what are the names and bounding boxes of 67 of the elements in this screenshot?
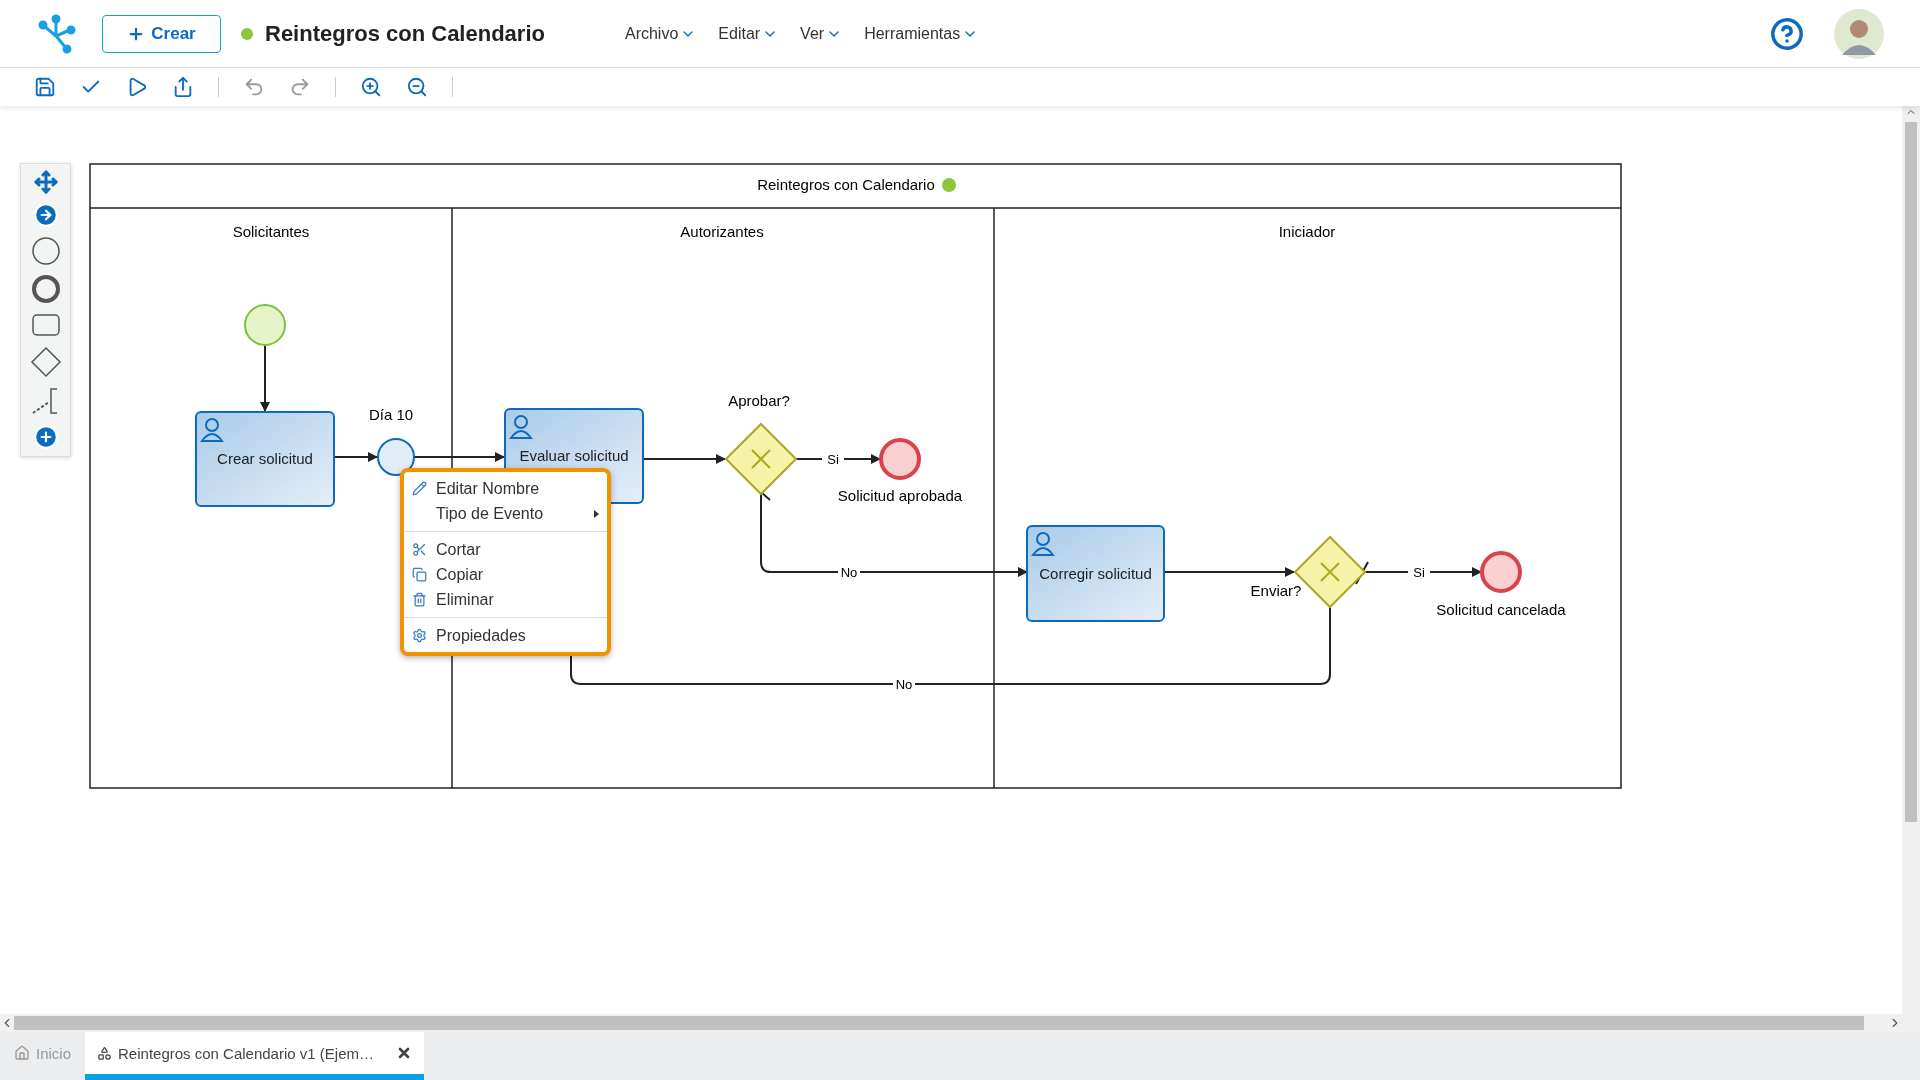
close-icon[interactable] — [396, 1045, 412, 1061]
avatar[interactable] — [1834, 8, 1884, 59]
save-button[interactable] — [34, 76, 56, 98]
event-label: Solicitud cancelada — [1436, 601, 1566, 618]
menu-item[interactable]: Tipo de Evento — [404, 501, 607, 526]
status-dot — [942, 178, 956, 192]
task-label: Evaluar solicitud — [519, 447, 629, 464]
sequence-flow — [260, 344, 270, 412]
menu-item[interactable]: Cortar — [404, 537, 607, 562]
start-event — [244, 304, 286, 346]
zoom-in-button[interactable] — [360, 76, 382, 98]
redo-button[interactable] — [289, 76, 311, 98]
task-label: Corregir solicitud — [1039, 564, 1152, 582]
menu-button[interactable]: Herramientas — [864, 24, 979, 43]
submenu-arrow-icon — [594, 509, 599, 518]
flow-label: No — [895, 677, 913, 692]
gateway-label: Enviar? — [1250, 582, 1302, 599]
task-label: Crear solicitud — [217, 450, 313, 467]
lane-title: Solicitantes — [232, 223, 310, 240]
diamond-tool-icon[interactable] — [29, 346, 62, 378]
horizontal-scrollbar[interactable] — [0, 1014, 1920, 1032]
vertical-scrollbar[interactable] — [1902, 106, 1920, 1014]
trash-icon — [412, 592, 427, 607]
settings-icon — [412, 628, 427, 643]
document-tab[interactable]: Reintegros con Calendario v1 (Ejem… — [85, 1032, 424, 1080]
pool-title: Reintegros con Calendario — [757, 176, 935, 193]
rectangle-tool-icon[interactable] — [30, 312, 61, 338]
thick-circle-tool-icon[interactable] — [30, 274, 61, 304]
menu-button[interactable]: Ver — [800, 24, 843, 43]
flow-label: Si — [1413, 565, 1425, 580]
help-icon[interactable] — [1770, 16, 1804, 51]
timer-event — [377, 438, 415, 476]
menu-item[interactable]: Propiedades — [404, 623, 607, 648]
flow-label: No — [840, 565, 858, 580]
circle-tool-icon[interactable] — [30, 236, 61, 266]
menu-item[interactable]: Eliminar — [404, 587, 607, 612]
document-title: Reintegros con Calendario — [265, 20, 545, 47]
gateway-label: Aprobar? — [728, 392, 790, 409]
event-label: Día 10 — [368, 406, 414, 423]
move-tool-icon[interactable] — [33, 170, 58, 194]
export-button[interactable] — [172, 76, 194, 98]
person-icon — [201, 418, 223, 442]
event-label: Solicitud aprobada — [837, 487, 963, 504]
copy-icon — [412, 567, 427, 582]
flow-label: Si — [827, 452, 839, 467]
add-tool-icon[interactable] — [32, 424, 59, 450]
create-button[interactable]: Crear — [102, 14, 221, 53]
end-event — [879, 438, 921, 480]
arrow-tool-icon[interactable] — [32, 202, 59, 228]
scissors-icon — [412, 542, 427, 557]
zoom-out-button[interactable] — [406, 76, 428, 98]
menu-button[interactable]: Editar — [718, 24, 779, 43]
menu-item[interactable]: Copiar — [404, 562, 607, 587]
menu-button[interactable]: Archivo — [624, 24, 697, 43]
person-icon — [510, 415, 532, 439]
undo-button[interactable] — [243, 76, 265, 98]
pencil-icon — [412, 481, 427, 496]
lane-title: Iniciador — [1278, 223, 1336, 240]
logo-icon[interactable] — [36, 13, 76, 54]
shapes-icon — [97, 1045, 113, 1061]
status-dot — [241, 27, 253, 40]
person-icon — [1032, 532, 1054, 556]
sequence-flow — [333, 452, 378, 462]
lane-title: Autorizantes — [680, 223, 764, 240]
menu-item[interactable]: Editar Nombre — [404, 476, 607, 501]
end-event — [1480, 551, 1522, 593]
home-icon — [14, 1045, 30, 1061]
